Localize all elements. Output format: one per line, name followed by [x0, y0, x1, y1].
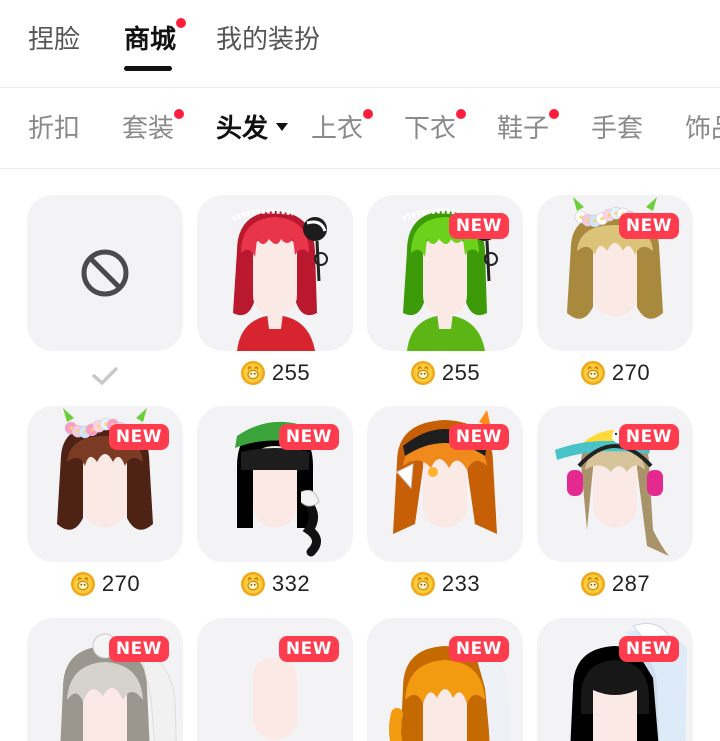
hair-item-card[interactable]: NEW: [537, 406, 693, 562]
coin-icon: [240, 572, 265, 596]
new-badge: NEW: [278, 636, 339, 662]
price-value: 270: [101, 571, 141, 596]
coin-icon: [410, 572, 435, 596]
tab-shop-label: 商城: [124, 25, 177, 55]
category-tab-sets[interactable]: 套装: [122, 109, 185, 149]
tab-face-edit-label: 捏脸: [28, 25, 81, 55]
price-value: 255: [271, 360, 311, 385]
category-tab-label: 上衣: [311, 114, 364, 144]
category-tab-label: 下衣: [404, 114, 457, 144]
tab-face-edit[interactable]: 捏脸: [28, 20, 80, 60]
category-tab-bottoms[interactable]: 下衣: [404, 109, 467, 149]
coin-icon: [580, 572, 605, 596]
new-badge: NEW: [108, 424, 169, 450]
hair-item-card[interactable]: NEW: [197, 406, 353, 562]
item-price: 270: [537, 358, 693, 388]
hair-item-card[interactable]: NEW: [367, 618, 523, 741]
category-tab-label: 套装: [122, 114, 175, 144]
notification-dot: [363, 109, 374, 119]
tab-my-outfits-label: 我的装扮: [216, 25, 321, 55]
category-tab-accessories[interactable]: 饰品: [685, 109, 720, 149]
hair-item-card[interactable]: NEW: [27, 406, 183, 562]
category-tab-label: 手套: [591, 114, 644, 144]
prohibited-icon: [81, 249, 129, 297]
notification-dot: [456, 109, 467, 119]
new-badge: NEW: [618, 636, 679, 662]
tab-my-outfits[interactable]: 我的装扮: [216, 20, 320, 60]
hair-item-card[interactable]: NEW: [367, 406, 523, 562]
notification-dot: [176, 18, 187, 28]
top-tab-bar: 捏脸 商城 我的装扮: [0, 0, 720, 88]
price-value: 233: [441, 571, 481, 596]
item-price: 332: [197, 569, 353, 599]
new-badge: NEW: [448, 636, 509, 662]
hair-item-card[interactable]: [197, 195, 353, 351]
new-badge: NEW: [448, 213, 509, 239]
item-price: 233: [367, 569, 523, 599]
check-icon: [92, 367, 118, 385]
new-badge: NEW: [448, 424, 509, 450]
category-tab-discount[interactable]: 折扣: [28, 109, 80, 149]
caret-down-icon: [276, 122, 289, 131]
item-price: 270: [27, 569, 183, 599]
tab-shop[interactable]: 商城: [124, 18, 187, 60]
hair-item-card[interactable]: NEW: [197, 618, 353, 741]
coin-icon: [240, 361, 265, 385]
price-value: 255: [441, 360, 481, 385]
category-tab-label: 折扣: [28, 114, 81, 144]
price-value: 332: [271, 571, 311, 596]
hair-item-card[interactable]: NEW: [367, 195, 523, 351]
coin-icon: [410, 361, 435, 385]
coin-icon: [580, 361, 605, 385]
new-badge: NEW: [278, 424, 339, 450]
new-badge: NEW: [108, 636, 169, 662]
active-tab-indicator: [124, 66, 172, 71]
new-badge: NEW: [618, 424, 679, 450]
price-value: 270: [611, 360, 651, 385]
hair-preview-image: [231, 208, 328, 351]
category-tab-tops[interactable]: 上衣: [311, 109, 374, 149]
item-price: 255: [367, 358, 523, 388]
item-grid: 255 NEW 255 NEW 270 NEW 270 NEW 332 NEW 233 NEW 287 N…: [0, 170, 720, 741]
category-tab-label: 头发: [216, 114, 269, 144]
new-badge: NEW: [618, 213, 679, 239]
category-tab-shoes[interactable]: 鞋子: [497, 109, 560, 149]
category-tab-gloves[interactable]: 手套: [591, 109, 643, 149]
item-price: 287: [537, 569, 693, 599]
notification-dot: [174, 109, 185, 119]
hair-item-card[interactable]: NEW: [537, 618, 693, 741]
price-value: 287: [611, 571, 651, 596]
item-price: 255: [197, 358, 353, 388]
no-hair-card[interactable]: [27, 195, 183, 351]
hair-item-card[interactable]: NEW: [27, 618, 183, 741]
category-tab-hair[interactable]: 头发: [216, 109, 289, 149]
selected-check: [27, 361, 183, 391]
category-tab-bar[interactable]: 折扣 套装 头发 上衣 下衣 鞋子 手套 饰品: [0, 89, 720, 169]
hair-item-card[interactable]: NEW: [537, 195, 693, 351]
notification-dot: [549, 109, 560, 119]
coin-icon: [70, 572, 95, 596]
category-tab-label: 饰品: [685, 114, 720, 144]
category-tab-label: 鞋子: [497, 114, 550, 144]
